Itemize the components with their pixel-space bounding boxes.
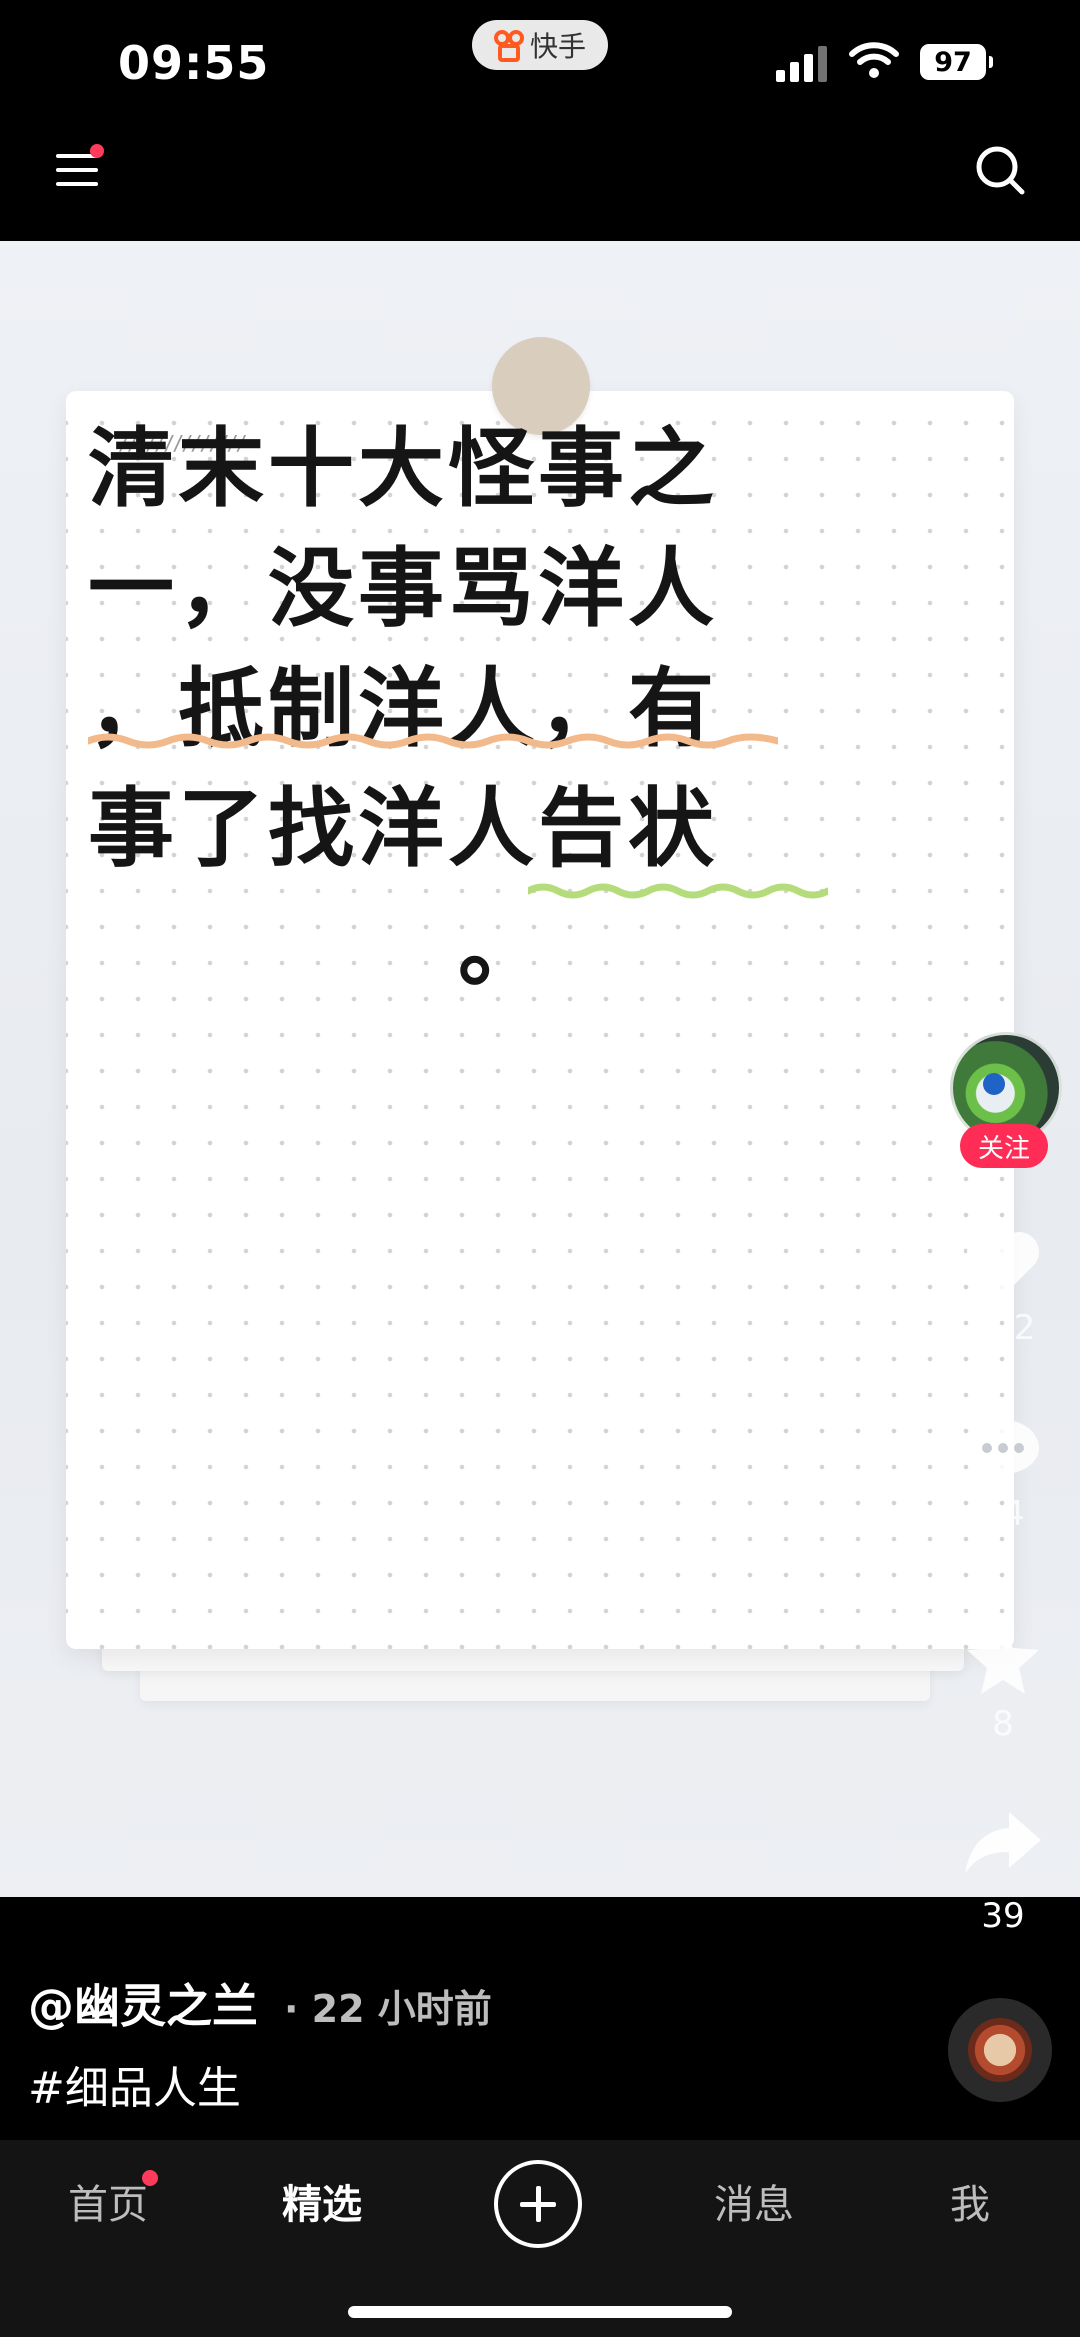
image-text-line: ，抵制洋人，有: [88, 658, 718, 759]
tab-messages[interactable]: 消息: [714, 2172, 794, 2230]
signal-icon: [776, 44, 832, 82]
image-text-line: 。: [458, 898, 548, 999]
battery-indicator: 97: [920, 44, 993, 80]
favorite-button[interactable]: 8: [958, 1620, 1048, 1744]
menu-button[interactable]: [56, 144, 104, 194]
author-line: @幽灵之兰 · 22 小时前: [28, 1970, 492, 2036]
heart-icon: [967, 1232, 1039, 1296]
post-image[interactable]: ////////////// 清末十大怪事之 一，没事骂洋人 ，抵制洋人，有 事…: [0, 241, 1080, 1897]
image-text-line: 事了找洋人告状: [88, 778, 718, 879]
status-time: 09:55: [118, 36, 270, 90]
bottom-tab-bar: 首页 精选 消息 我: [0, 2140, 1080, 2337]
wifi-icon: [849, 42, 899, 78]
share-count: 39: [981, 1896, 1025, 1936]
comment-button[interactable]: 24: [958, 1414, 1048, 1534]
author-name[interactable]: @幽灵之兰: [28, 1979, 258, 2033]
tab-featured[interactable]: 精选: [282, 2172, 362, 2230]
image-text-line: 清末十大怪事之: [88, 418, 718, 519]
home-indicator: [348, 2306, 732, 2318]
share-button[interactable]: [958, 1808, 1048, 1882]
highlight-underline-orange: [88, 733, 778, 749]
image-text-line: 一，没事骂洋人: [88, 538, 718, 639]
music-cover: [968, 2018, 1032, 2082]
post-image-text: 清末十大怪事之 一，没事骂洋人 ，抵制洋人，有 事了找洋人告状 。: [88, 409, 928, 1009]
notification-dot: [90, 144, 104, 158]
comment-count: 24: [981, 1494, 1025, 1534]
search-icon[interactable]: [972, 142, 1028, 198]
like-count: 502: [970, 1308, 1036, 1348]
home-notification-dot: [142, 2170, 158, 2186]
status-bar: 09:55 快手 97: [0, 0, 1080, 130]
tab-home[interactable]: 首页: [68, 2172, 148, 2230]
hashtag-link[interactable]: #细品人生: [28, 2052, 241, 2116]
share-icon: [965, 1812, 1041, 1874]
tab-me[interactable]: 我: [950, 2172, 990, 2230]
music-disc-button[interactable]: [948, 1998, 1052, 2102]
kuaishou-logo-icon: [493, 30, 524, 62]
post-time: · 22 小时前: [284, 1987, 492, 2031]
create-post-button[interactable]: [494, 2160, 582, 2248]
app-name: 快手: [529, 30, 586, 63]
favorite-count: 8: [992, 1704, 1014, 1744]
highlight-underline-green: [528, 883, 828, 899]
like-button[interactable]: 502: [958, 1228, 1048, 1348]
comment-icon: [967, 1420, 1039, 1484]
follow-button[interactable]: 关注: [960, 1124, 1048, 1168]
avatar-bird: [983, 1073, 1005, 1095]
app-indicator-pill: 快手: [472, 20, 608, 70]
star-icon: [967, 1624, 1039, 1694]
